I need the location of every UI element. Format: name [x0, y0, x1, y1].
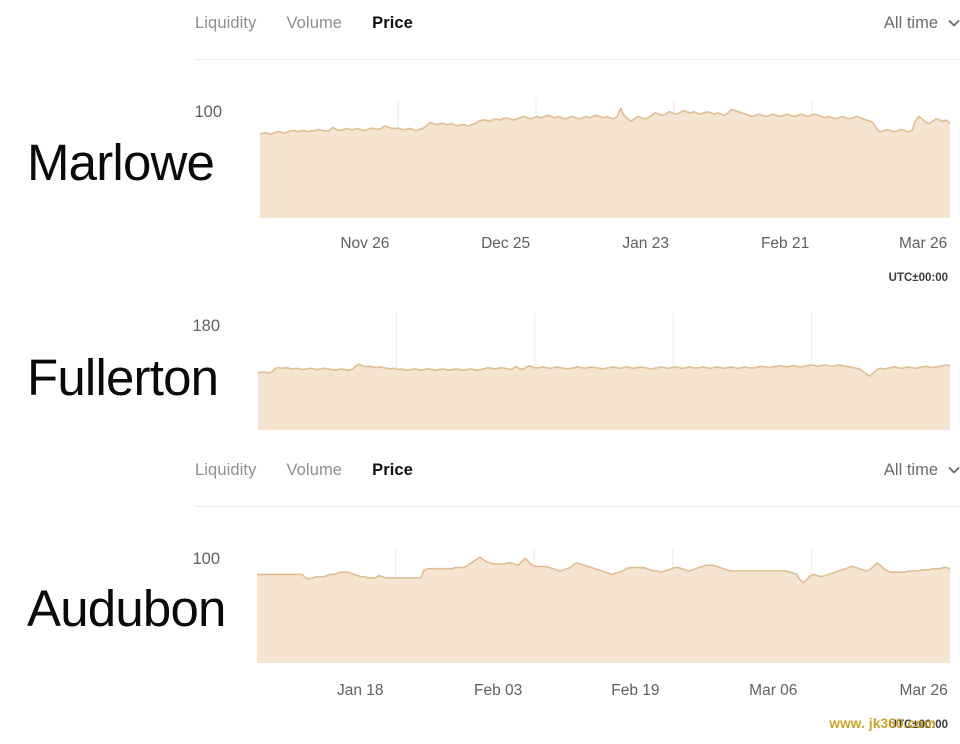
x-tick: Feb 21 [760, 235, 810, 252]
x-tick: Mar 26 [899, 682, 948, 699]
x-tick: Jan 23 [622, 235, 669, 252]
x-tick: Feb 03 [474, 682, 523, 699]
tab-volume[interactable]: Volume [286, 461, 342, 480]
card-title-marlowe: Marlowe [27, 134, 215, 191]
price-area-chart-marlowe[interactable] [260, 100, 950, 218]
site-watermark: www. jk360.com [829, 716, 936, 731]
y-axis-max-marlowe: 100 [194, 103, 222, 121]
toolbar-divider-marlowe [195, 59, 960, 60]
chart-toolbar-audubon: Liquidity Volume Price All time [195, 447, 960, 494]
tab-price[interactable]: Price [372, 461, 413, 480]
y-axis-max-fullerton: 180 [192, 317, 220, 335]
chart-toolbar-marlowe: Liquidity Volume Price All time [195, 0, 960, 47]
metric-tabs-marlowe: Liquidity Volume Price [195, 14, 413, 33]
x-tick: Nov 26 [340, 235, 390, 252]
time-range-dropdown-marlowe[interactable]: All time [884, 14, 960, 33]
price-area-chart-fullerton[interactable] [258, 313, 950, 430]
x-tick: Mar 06 [749, 682, 798, 699]
chevron-down-icon [947, 16, 960, 29]
y-axis-max-audubon: 100 [192, 550, 220, 568]
chevron-down-icon [947, 463, 960, 476]
x-tick: Mar 26 [898, 235, 948, 252]
price-charts-page: Liquidity Volume Price All time Marlowe … [0, 0, 960, 744]
time-range-label: All time [883, 461, 938, 479]
x-axis-audubon: Jan 18 Feb 03 Feb 19 Mar 06 Mar 26 [257, 682, 950, 702]
x-tick: Feb 19 [611, 682, 660, 699]
tab-liquidity[interactable]: Liquidity [195, 14, 256, 33]
tab-price[interactable]: Price [372, 14, 413, 33]
card-title-audubon: Audubon [27, 580, 226, 637]
x-tick: Jan 18 [336, 682, 384, 699]
tab-liquidity[interactable]: Liquidity [195, 461, 256, 480]
card-title-fullerton: Fullerton [27, 349, 219, 406]
metric-tabs-audubon: Liquidity Volume Price [195, 461, 413, 480]
x-tick: Dec 25 [481, 235, 531, 252]
time-range-dropdown-audubon[interactable]: All time [884, 461, 960, 480]
time-range-label: All time [883, 14, 938, 32]
utc-note-marlowe: UTC±00:00 [888, 272, 948, 284]
tab-volume[interactable]: Volume [286, 14, 342, 33]
price-area-chart-audubon[interactable] [257, 548, 950, 663]
toolbar-divider-audubon [195, 506, 960, 507]
x-axis-marlowe: Nov 26 Dec 25 Jan 23 Feb 21 Mar 26 [260, 235, 950, 255]
